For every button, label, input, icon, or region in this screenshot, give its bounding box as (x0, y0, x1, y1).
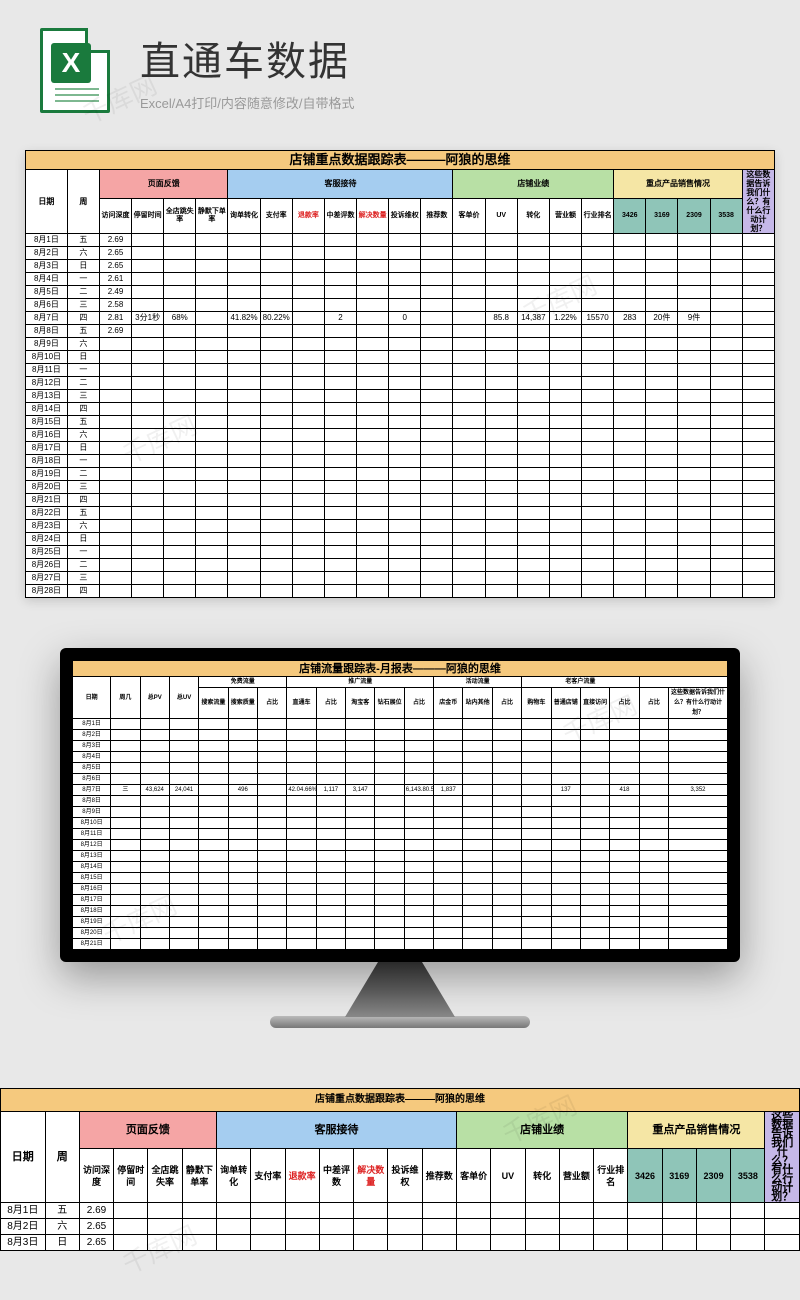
page-title: 直通车数据 (140, 29, 355, 87)
sheet2-table[interactable]: 店铺流量跟踪表-月报表———阿狼的思维日期周几总PV总UV免费流量推广流量活动流… (72, 660, 728, 950)
sheet1-crop: 店铺重点数据跟踪表———阿狼的思维日期周页面反馈客服接待店铺业绩重点产品销售情况… (0, 1088, 800, 1251)
sheet1-card: 店铺重点数据跟踪表———阿狼的思维日期周页面反馈客服接待店铺业绩重点产品销售情况… (25, 150, 775, 598)
sheet1-table[interactable]: 店铺重点数据跟踪表———阿狼的思维日期周页面反馈客服接待店铺业绩重点产品销售情况… (25, 150, 775, 598)
page-header: 直通车数据 Excel/A4打印/内容随意修改/自带格式 (0, 0, 800, 140)
page-subtitle: Excel/A4打印/内容随意修改/自带格式 (140, 93, 355, 112)
excel-icon (40, 28, 110, 113)
sheet1-crop-table[interactable]: 店铺重点数据跟踪表———阿狼的思维日期周页面反馈客服接待店铺业绩重点产品销售情况… (0, 1088, 800, 1251)
monitor: 店铺流量跟踪表-月报表———阿狼的思维日期周几总PV总UV免费流量推广流量活动流… (60, 648, 740, 1028)
